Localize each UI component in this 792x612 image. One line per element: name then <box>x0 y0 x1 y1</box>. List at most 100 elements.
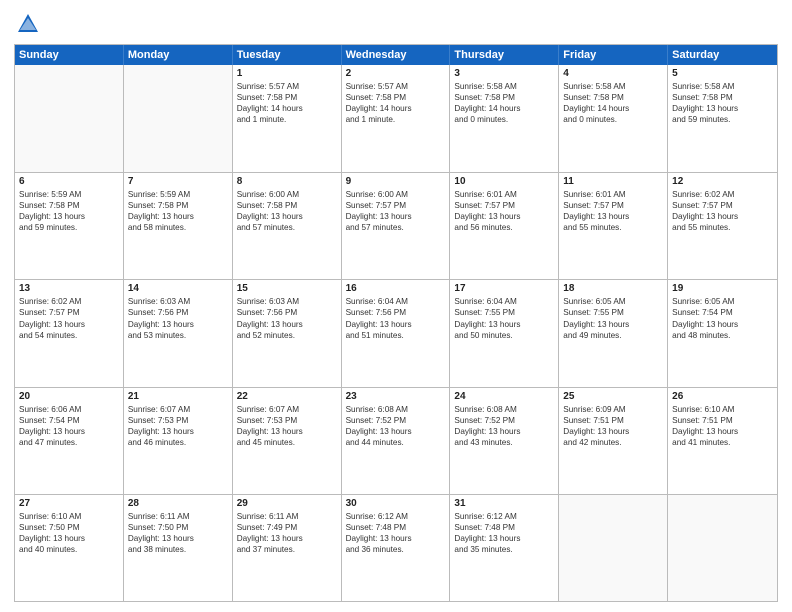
cell-info-line: Sunset: 7:58 PM <box>19 200 119 211</box>
cell-info-line: Daylight: 13 hours <box>346 533 446 544</box>
day-number: 20 <box>19 391 119 402</box>
cell-info-line: Sunset: 7:53 PM <box>237 415 337 426</box>
day-number: 27 <box>19 498 119 509</box>
calendar-cell <box>559 495 668 601</box>
calendar-cell: 29Sunrise: 6:11 AMSunset: 7:49 PMDayligh… <box>233 495 342 601</box>
calendar-cell: 13Sunrise: 6:02 AMSunset: 7:57 PMDayligh… <box>15 280 124 386</box>
calendar-week-3: 13Sunrise: 6:02 AMSunset: 7:57 PMDayligh… <box>15 279 777 386</box>
day-number: 18 <box>563 283 663 294</box>
cell-info-line: Sunrise: 6:07 AM <box>128 404 228 415</box>
day-number: 24 <box>454 391 554 402</box>
cell-info-line: Sunset: 7:51 PM <box>563 415 663 426</box>
cell-info-line: Sunrise: 6:07 AM <box>237 404 337 415</box>
day-number: 10 <box>454 176 554 187</box>
calendar-cell: 12Sunrise: 6:02 AMSunset: 7:57 PMDayligh… <box>668 173 777 279</box>
day-number: 5 <box>672 68 773 79</box>
cell-info-line: Daylight: 13 hours <box>19 211 119 222</box>
calendar-cell: 15Sunrise: 6:03 AMSunset: 7:56 PMDayligh… <box>233 280 342 386</box>
cell-info-line: Sunrise: 6:02 AM <box>19 296 119 307</box>
calendar-cell: 18Sunrise: 6:05 AMSunset: 7:55 PMDayligh… <box>559 280 668 386</box>
cell-info-line: Daylight: 13 hours <box>237 319 337 330</box>
cell-info-line: and 59 minutes. <box>672 114 773 125</box>
cell-info-line: and 57 minutes. <box>346 222 446 233</box>
cell-info-line: Sunrise: 5:59 AM <box>19 189 119 200</box>
day-number: 13 <box>19 283 119 294</box>
cell-info-line: Sunset: 7:58 PM <box>128 200 228 211</box>
cell-info-line: Sunset: 7:51 PM <box>672 415 773 426</box>
calendar-cell: 16Sunrise: 6:04 AMSunset: 7:56 PMDayligh… <box>342 280 451 386</box>
cell-info-line: and 38 minutes. <box>128 544 228 555</box>
calendar-cell: 2Sunrise: 5:57 AMSunset: 7:58 PMDaylight… <box>342 65 451 172</box>
cell-info-line: Sunrise: 6:00 AM <box>346 189 446 200</box>
calendar-cell: 9Sunrise: 6:00 AMSunset: 7:57 PMDaylight… <box>342 173 451 279</box>
cell-info-line: and 52 minutes. <box>237 330 337 341</box>
cell-info-line: Sunset: 7:56 PM <box>237 307 337 318</box>
cell-info-line: Sunset: 7:58 PM <box>672 92 773 103</box>
cell-info-line: and 57 minutes. <box>237 222 337 233</box>
day-number: 6 <box>19 176 119 187</box>
cell-info-line: and 55 minutes. <box>563 222 663 233</box>
calendar-cell: 24Sunrise: 6:08 AMSunset: 7:52 PMDayligh… <box>450 388 559 494</box>
calendar-cell: 25Sunrise: 6:09 AMSunset: 7:51 PMDayligh… <box>559 388 668 494</box>
cell-info-line: Daylight: 13 hours <box>346 319 446 330</box>
calendar-cell: 22 Sunrise: 6:07 AMSunset: 7:53 PMDayligh… <box>233 388 342 494</box>
day-number: 4 <box>563 68 663 79</box>
day-number: 16 <box>346 283 446 294</box>
cell-info-line: and 40 minutes. <box>19 544 119 555</box>
day-number: 7 <box>128 176 228 187</box>
cell-info-line: Sunrise: 6:10 AM <box>19 511 119 522</box>
cell-info-line: Sunset: 7:49 PM <box>237 522 337 533</box>
day-number: 26 <box>672 391 773 402</box>
day-number: 12 <box>672 176 773 187</box>
cell-info-line: and 56 minutes. <box>454 222 554 233</box>
cell-info-line: Sunrise: 6:06 AM <box>19 404 119 415</box>
cell-info-line: Sunrise: 6:01 AM <box>563 189 663 200</box>
cell-info-line: Daylight: 13 hours <box>19 319 119 330</box>
day-number: 8 <box>237 176 337 187</box>
cell-info-line: Daylight: 13 hours <box>454 426 554 437</box>
day-header-thursday: Thursday <box>450 45 559 65</box>
day-number: 11 <box>563 176 663 187</box>
calendar-cell: 28Sunrise: 6:11 AMSunset: 7:50 PMDayligh… <box>124 495 233 601</box>
day-number: 9 <box>346 176 446 187</box>
cell-info-line: Sunrise: 6:04 AM <box>346 296 446 307</box>
cell-info-line: and 54 minutes. <box>19 330 119 341</box>
cell-info-line: Sunrise: 6:03 AM <box>128 296 228 307</box>
cell-info-line: Daylight: 13 hours <box>19 426 119 437</box>
calendar-cell: 11Sunrise: 6:01 AMSunset: 7:57 PMDayligh… <box>559 173 668 279</box>
cell-info-line: Daylight: 13 hours <box>128 211 228 222</box>
day-number: 28 <box>128 498 228 509</box>
calendar-cell: 23Sunrise: 6:08 AMSunset: 7:52 PMDayligh… <box>342 388 451 494</box>
cell-info-line: and 44 minutes. <box>346 437 446 448</box>
day-number: 22 <box>237 391 337 402</box>
day-number: 2 <box>346 68 446 79</box>
day-header-monday: Monday <box>124 45 233 65</box>
cell-info-line: Sunrise: 6:10 AM <box>672 404 773 415</box>
calendar-cell: 17Sunrise: 6:04 AMSunset: 7:55 PMDayligh… <box>450 280 559 386</box>
cell-info-line: Sunrise: 6:04 AM <box>454 296 554 307</box>
day-number: 23 <box>346 391 446 402</box>
cell-info-line: Daylight: 13 hours <box>19 533 119 544</box>
day-number: 1 <box>237 68 337 79</box>
cell-info-line: and 48 minutes. <box>672 330 773 341</box>
calendar-cell <box>15 65 124 172</box>
cell-info-line: Sunrise: 5:58 AM <box>454 81 554 92</box>
cell-info-line: Sunset: 7:57 PM <box>346 200 446 211</box>
calendar-week-5: 27Sunrise: 6:10 AMSunset: 7:50 PMDayligh… <box>15 494 777 601</box>
cell-info-line: and 46 minutes. <box>128 437 228 448</box>
cell-info-line: and 47 minutes. <box>19 437 119 448</box>
cell-info-line: Daylight: 13 hours <box>672 426 773 437</box>
cell-info-line: and 42 minutes. <box>563 437 663 448</box>
calendar-cell: 8Sunrise: 6:00 AMSunset: 7:58 PMDaylight… <box>233 173 342 279</box>
cell-info-line: Daylight: 14 hours <box>346 103 446 114</box>
calendar-cell: 14Sunrise: 6:03 AMSunset: 7:56 PMDayligh… <box>124 280 233 386</box>
calendar-cell: 30Sunrise: 6:12 AMSunset: 7:48 PMDayligh… <box>342 495 451 601</box>
cell-info-line: Daylight: 13 hours <box>237 426 337 437</box>
cell-info-line: Daylight: 13 hours <box>237 533 337 544</box>
cell-info-line: Sunrise: 5:58 AM <box>563 81 663 92</box>
cell-info-line: Sunset: 7:55 PM <box>563 307 663 318</box>
cell-info-line: and 55 minutes. <box>672 222 773 233</box>
cell-info-line: Sunset: 7:54 PM <box>19 415 119 426</box>
calendar-cell: 27Sunrise: 6:10 AMSunset: 7:50 PMDayligh… <box>15 495 124 601</box>
calendar-cell: 5Sunrise: 5:58 AMSunset: 7:58 PMDaylight… <box>668 65 777 172</box>
